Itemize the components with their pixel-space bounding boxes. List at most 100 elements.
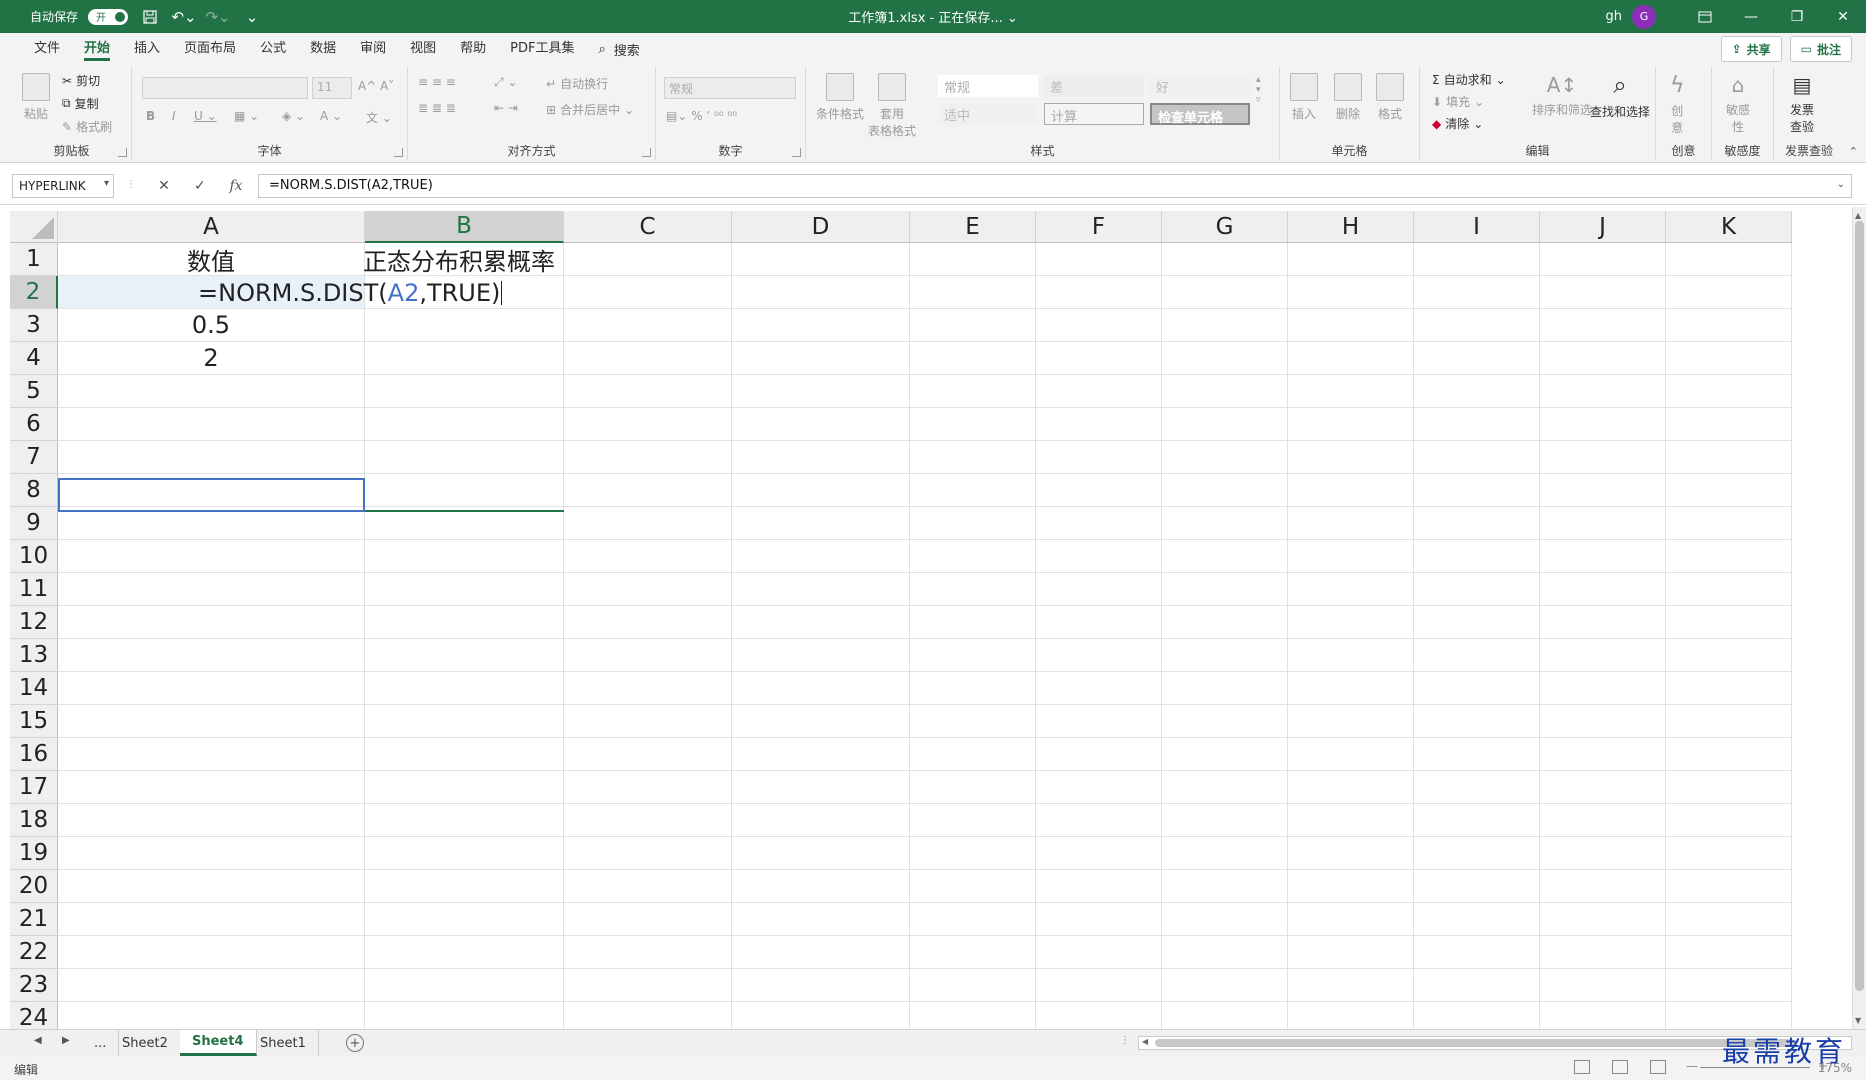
cell-g6[interactable] bbox=[1162, 408, 1288, 441]
cell-c6[interactable] bbox=[564, 408, 732, 441]
row-header-17[interactable]: 17 bbox=[10, 771, 58, 804]
scroll-thumb[interactable] bbox=[1855, 221, 1864, 991]
cell-d9[interactable] bbox=[732, 507, 910, 540]
cell-i17[interactable] bbox=[1414, 771, 1540, 804]
cell-c4[interactable] bbox=[564, 342, 732, 375]
tab-review[interactable]: 审阅 bbox=[348, 33, 398, 65]
delete-cells-button[interactable]: 删除 bbox=[1334, 73, 1362, 122]
close-icon[interactable]: ✕ bbox=[1820, 0, 1866, 33]
cell-i22[interactable] bbox=[1414, 936, 1540, 969]
invoice-check-button[interactable]: ▤ 发票 查验 bbox=[1790, 73, 1814, 135]
cell-c3[interactable] bbox=[564, 309, 732, 342]
align-top-icon[interactable]: ≡ ≡ ≡ bbox=[418, 75, 456, 89]
cell-h21[interactable] bbox=[1288, 903, 1414, 936]
cell-k20[interactable] bbox=[1666, 870, 1792, 903]
cell-e11[interactable] bbox=[910, 573, 1036, 606]
cell-e15[interactable] bbox=[910, 705, 1036, 738]
cell-d16[interactable] bbox=[732, 738, 910, 771]
row-header-7[interactable]: 7 bbox=[10, 441, 58, 474]
cell-j19[interactable] bbox=[1540, 837, 1666, 870]
sort-filter-button[interactable]: A↕ 排序和筛选 bbox=[1532, 73, 1592, 118]
cell-a12[interactable] bbox=[58, 606, 365, 639]
cell-a3[interactable]: 0.5 bbox=[58, 309, 365, 342]
cell-j15[interactable] bbox=[1540, 705, 1666, 738]
fill-color-button[interactable]: ◈ ⌄ bbox=[282, 109, 305, 123]
cell-j17[interactable] bbox=[1540, 771, 1666, 804]
cell-f6[interactable] bbox=[1036, 408, 1162, 441]
cell-d7[interactable] bbox=[732, 441, 910, 474]
row-header-24[interactable]: 24 bbox=[10, 1002, 58, 1029]
style-calculation[interactable]: 计算 bbox=[1044, 103, 1144, 125]
cell-i7[interactable] bbox=[1414, 441, 1540, 474]
cell-b14[interactable] bbox=[365, 672, 564, 705]
row-header-20[interactable]: 20 bbox=[10, 870, 58, 903]
cell-b1[interactable]: 正态分布积累概率 bbox=[363, 243, 564, 276]
cell-c8[interactable] bbox=[564, 474, 732, 507]
underline-button[interactable]: U ⌄ bbox=[194, 109, 217, 123]
cell-g9[interactable] bbox=[1162, 507, 1288, 540]
search-box[interactable]: ⌕ 搜索 bbox=[598, 40, 639, 59]
cell-a20[interactable] bbox=[58, 870, 365, 903]
paste-button[interactable]: 粘贴 bbox=[22, 73, 50, 122]
cell-k14[interactable] bbox=[1666, 672, 1792, 705]
cell-a14[interactable] bbox=[58, 672, 365, 705]
cell-j23[interactable] bbox=[1540, 969, 1666, 1002]
sheet-tab-sheet4[interactable]: Sheet4 bbox=[180, 1030, 257, 1056]
cell-k16[interactable] bbox=[1666, 738, 1792, 771]
font-launcher-icon[interactable] bbox=[394, 148, 403, 157]
enter-icon[interactable]: ✓ bbox=[188, 174, 212, 198]
cell-h12[interactable] bbox=[1288, 606, 1414, 639]
row-header-18[interactable]: 18 bbox=[10, 804, 58, 837]
cell-c7[interactable] bbox=[564, 441, 732, 474]
cell-i21[interactable] bbox=[1414, 903, 1540, 936]
cell-a22[interactable] bbox=[58, 936, 365, 969]
cell-j2[interactable] bbox=[1540, 276, 1666, 309]
cell-f22[interactable] bbox=[1036, 936, 1162, 969]
cell-h5[interactable] bbox=[1288, 375, 1414, 408]
cell-g13[interactable] bbox=[1162, 639, 1288, 672]
style-normal[interactable]: 常规 bbox=[938, 75, 1038, 97]
cell-d20[interactable] bbox=[732, 870, 910, 903]
cell-b12[interactable] bbox=[365, 606, 564, 639]
row-header-8[interactable]: 8 bbox=[10, 474, 58, 507]
cell-k12[interactable] bbox=[1666, 606, 1792, 639]
cell-j4[interactable] bbox=[1540, 342, 1666, 375]
cell-i8[interactable] bbox=[1414, 474, 1540, 507]
cell-i18[interactable] bbox=[1414, 804, 1540, 837]
cell-b4[interactable] bbox=[365, 342, 564, 375]
cell-h9[interactable] bbox=[1288, 507, 1414, 540]
cell-g23[interactable] bbox=[1162, 969, 1288, 1002]
cell-e20[interactable] bbox=[910, 870, 1036, 903]
cell-k17[interactable] bbox=[1666, 771, 1792, 804]
cell-d11[interactable] bbox=[732, 573, 910, 606]
cell-e19[interactable] bbox=[910, 837, 1036, 870]
cell-d13[interactable] bbox=[732, 639, 910, 672]
cell-e22[interactable] bbox=[910, 936, 1036, 969]
cell-j13[interactable] bbox=[1540, 639, 1666, 672]
cell-f15[interactable] bbox=[1036, 705, 1162, 738]
avatar[interactable]: G bbox=[1632, 4, 1656, 29]
sheet-tab-sheet1[interactable]: Sheet1 bbox=[248, 1030, 319, 1056]
cell-g17[interactable] bbox=[1162, 771, 1288, 804]
cut-button[interactable]: ✂ 剪切 bbox=[62, 72, 100, 89]
cell-g24[interactable] bbox=[1162, 1002, 1288, 1029]
row-header-1[interactable]: 1 bbox=[10, 243, 58, 276]
hscroll-thumb[interactable] bbox=[1155, 1039, 1795, 1047]
style-check-cell[interactable]: 检查单元格 bbox=[1150, 103, 1250, 126]
column-header-d[interactable]: D bbox=[732, 211, 910, 243]
cell-a5[interactable] bbox=[58, 375, 365, 408]
cell-k4[interactable] bbox=[1666, 342, 1792, 375]
cell-b22[interactable] bbox=[365, 936, 564, 969]
column-header-c[interactable]: C bbox=[564, 211, 732, 243]
cell-a17[interactable] bbox=[58, 771, 365, 804]
cell-a9[interactable] bbox=[58, 507, 365, 540]
ribbon-display-icon[interactable] bbox=[1682, 0, 1728, 33]
cell-b21[interactable] bbox=[365, 903, 564, 936]
cell-i6[interactable] bbox=[1414, 408, 1540, 441]
border-button[interactable]: ▦ ⌄ bbox=[234, 109, 259, 123]
cell-a15[interactable] bbox=[58, 705, 365, 738]
cell-k11[interactable] bbox=[1666, 573, 1792, 606]
cell-i5[interactable] bbox=[1414, 375, 1540, 408]
tab-home[interactable]: 开始 bbox=[72, 33, 122, 65]
clipboard-launcher-icon[interactable] bbox=[118, 148, 127, 157]
